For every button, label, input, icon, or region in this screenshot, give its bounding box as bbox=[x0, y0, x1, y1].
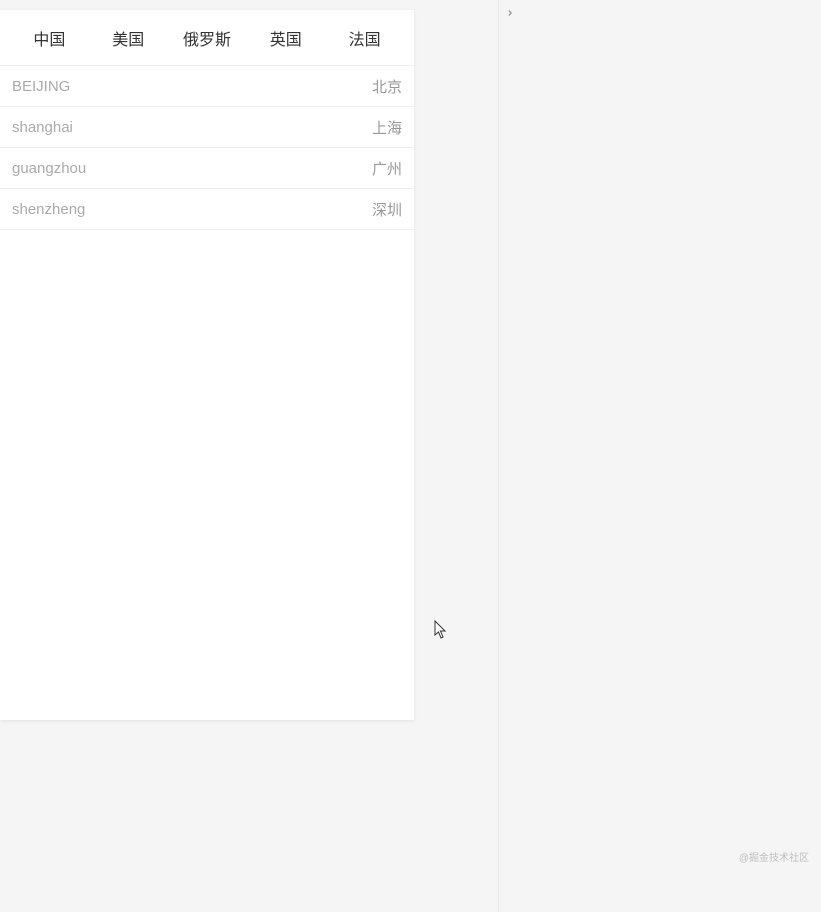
watermark-text: @掘金技术社区 bbox=[739, 849, 809, 864]
chevron-right-icon bbox=[505, 5, 515, 23]
list-item[interactable]: shenzheng 深圳 bbox=[0, 189, 414, 230]
list-item[interactable]: guangzhou 广州 bbox=[0, 148, 414, 189]
city-pinyin: shenzheng bbox=[12, 201, 85, 218]
city-cn: 深圳 bbox=[372, 199, 402, 220]
tab-usa[interactable]: 美国 bbox=[89, 26, 168, 50]
main-panel: 中国 美国 俄罗斯 英国 法国 BEIJING 北京 shanghai 上海 g… bbox=[0, 10, 414, 720]
vertical-divider bbox=[498, 0, 499, 912]
list-item[interactable]: BEIJING 北京 bbox=[0, 66, 414, 107]
tab-china[interactable]: 中国 bbox=[10, 26, 89, 50]
city-cn: 广州 bbox=[372, 158, 402, 179]
list-item[interactable]: shanghai 上海 bbox=[0, 107, 414, 148]
expand-toggle[interactable] bbox=[502, 6, 518, 22]
city-pinyin: BEIJING bbox=[12, 78, 70, 95]
city-cn: 上海 bbox=[372, 117, 402, 138]
city-pinyin: guangzhou bbox=[12, 160, 86, 177]
city-pinyin: shanghai bbox=[12, 119, 73, 136]
tab-russia[interactable]: 俄罗斯 bbox=[168, 26, 247, 50]
cursor-icon bbox=[434, 620, 448, 640]
tab-uk[interactable]: 英国 bbox=[246, 26, 325, 50]
city-list: BEIJING 北京 shanghai 上海 guangzhou 广州 shen… bbox=[0, 66, 414, 230]
tab-france[interactable]: 法国 bbox=[325, 26, 404, 50]
country-tabs: 中国 美国 俄罗斯 英国 法国 bbox=[0, 10, 414, 66]
city-cn: 北京 bbox=[372, 76, 402, 97]
